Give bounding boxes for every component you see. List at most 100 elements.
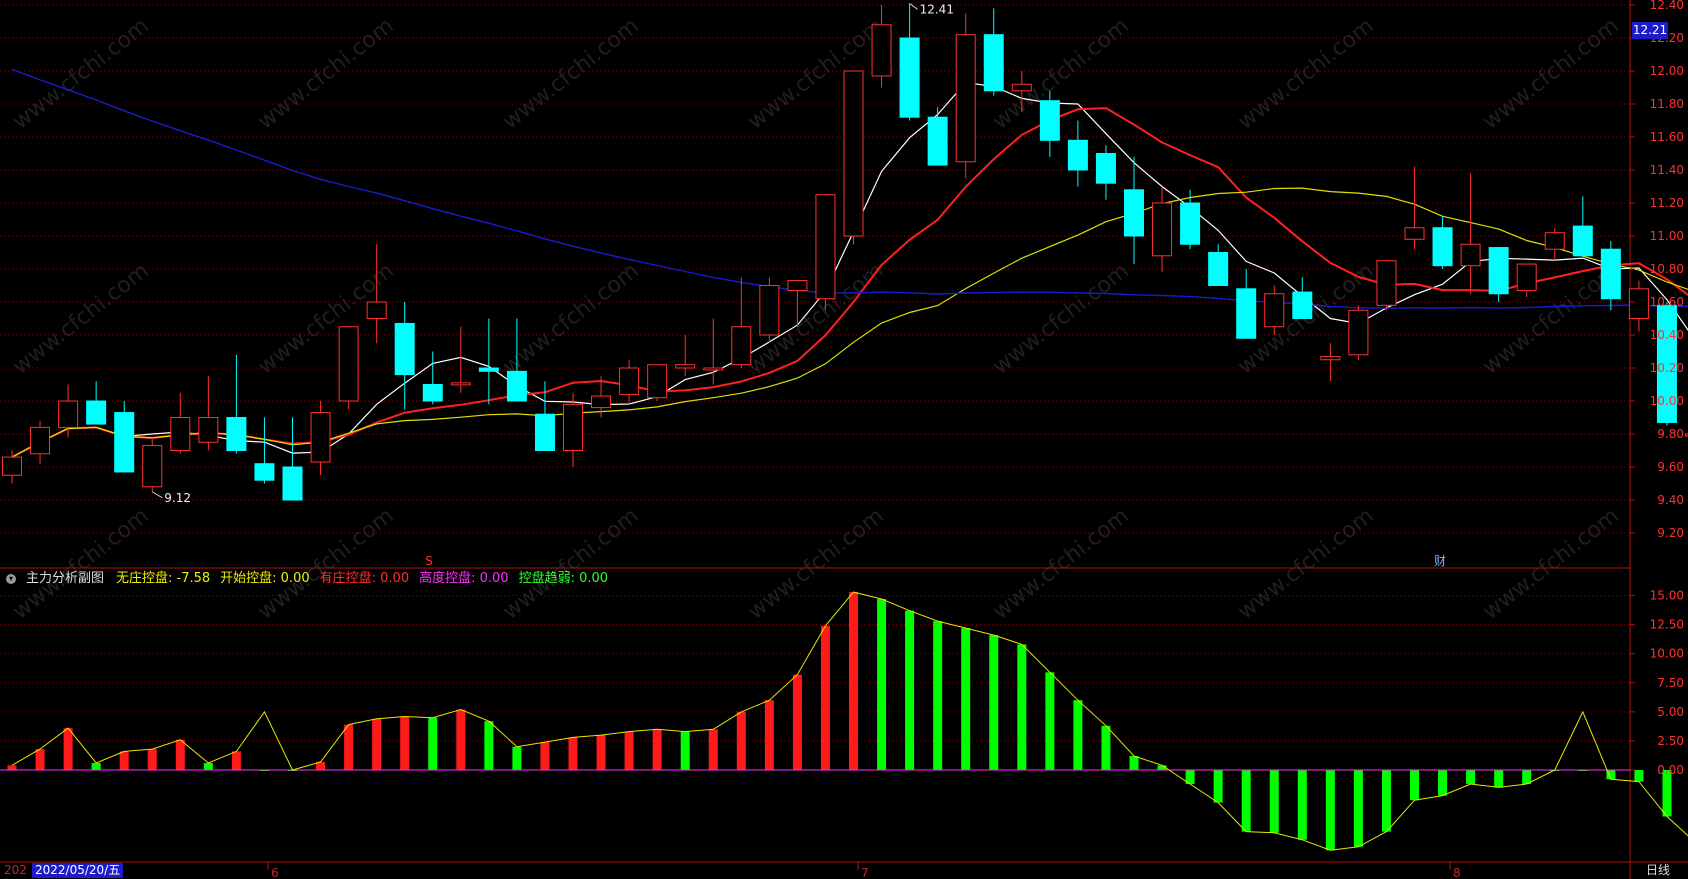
indicator-item-wuzhuang: 无庄控盘: -7.58 [116,571,211,586]
indicator-bar [680,731,690,770]
price-tick-label: 9.40 [1657,493,1684,507]
candle-body [1544,232,1565,250]
candle-body [198,417,219,443]
indicator-bar [1410,770,1419,801]
indicator-bar [344,724,354,770]
candle-body [1208,252,1229,286]
indicator-tick-label: 7.50 [1657,676,1684,690]
indicator-bar [989,635,999,770]
candle-body [1067,139,1088,171]
indicator-bar [736,711,746,770]
indicator-bar [372,718,382,770]
watermark-text: www.cfchi.com [1233,13,1378,134]
watermark-text: www.cfchi.com [988,503,1133,624]
indicator-bar [1381,770,1391,832]
candle-body [1264,293,1285,328]
indicator-bar [624,731,634,770]
candle-body [1011,83,1032,92]
indicator-tick-label: 12.50 [1650,618,1684,632]
candle-body [619,367,640,395]
watermark-layer: www.cfchi.com www.cfchi.com www.cfchi.com w… [8,13,1623,624]
indicator-axis: 15.00 12.50 10.00 7.50 5.00 2.50 0.00 [1630,589,1684,777]
indicator-bar [1297,770,1307,840]
watermark-text: www.cfchi.com [988,258,1133,379]
candle-body [1432,227,1453,267]
candle-body [226,417,247,451]
candle-body [114,412,135,473]
candle-body [591,395,612,409]
indicator-bar [147,749,157,770]
candle-body [1124,189,1144,237]
candlestick-series[interactable] [2,3,1688,501]
candle-body [2,456,22,476]
indicator-bar [764,700,774,770]
collapse-toggle-icon[interactable]: ▾ [6,573,16,584]
watermark-text: www.cfchi.com [1233,503,1378,624]
price-tick-label: 11.80 [1650,97,1684,111]
high-marker-line [909,2,918,10]
price-axis: 12.4012.2012.0011.8011.6011.4011.2011.00… [267,0,1684,879]
watermark-text: www.cfchi.com [1478,503,1623,624]
indicator-bar [1438,770,1448,796]
indicator-bar [63,728,73,770]
indicator-bar [820,625,830,770]
indicator-bar [119,751,129,770]
candle-body [1376,260,1397,306]
indicator-bar [1353,770,1363,847]
candle-body [1152,202,1173,257]
candle-body [759,285,780,336]
candle-body [58,400,79,428]
watermark-text: www.cfchi.com [8,503,153,624]
indicator-bars[interactable] [0,591,1688,858]
candle-body [170,417,191,451]
candle-body [1236,288,1257,339]
watermark-text: www.cfchi.com [253,503,398,624]
candle-body [1516,263,1537,291]
candle-body [1572,225,1593,257]
price-tick-label: 9.20 [1657,526,1684,540]
indicator-bar [1129,756,1139,770]
indicator-bar [877,599,887,770]
candle-body [254,463,275,481]
price-tick-label: 9.80 [1657,427,1684,441]
indicator-bar [1241,770,1251,832]
indicator-item-gaodu: 高度控盘: 0.00 [419,571,509,586]
price-tick-label: 11.40 [1650,163,1684,177]
price-tick-label: 12.40 [1650,0,1684,12]
indicator-bar [905,610,915,770]
price-tick-label: 10.60 [1650,295,1684,309]
candle-body [1348,309,1369,356]
indicator-item-kaishi: 开始控盘: 0.00 [220,571,310,586]
candle-body [282,466,303,501]
indicator-bar [7,765,17,770]
candle-body [1292,291,1313,320]
indicator-bar [400,716,410,770]
month-label: 7 [861,866,869,879]
indicator-bar [456,709,466,770]
candle-body [731,326,752,366]
chart-canvas[interactable]: www.cfchi.com www.cfchi.com www.cfchi.com w… [0,0,1688,879]
watermark-text: www.cfchi.com [8,13,153,134]
candle-body [310,412,331,463]
price-tick-label: 11.60 [1650,130,1684,144]
candle-body [1600,248,1621,300]
candle-body [843,70,864,237]
candle-body [563,403,583,451]
price-tick-label: 10.40 [1650,328,1684,342]
price-tick-label: 10.20 [1650,361,1684,375]
indicator-bar [1269,770,1279,833]
candle-body [1404,227,1425,240]
price-tick-label: 11.00 [1650,229,1684,243]
indicator-name[interactable]: 主力分析副图 [26,571,104,586]
indicator-bar [231,751,241,770]
candle-body [534,413,555,452]
price-tick-label: 12.00 [1650,64,1684,78]
period-label[interactable]: 日线 [1646,863,1670,878]
price-tick-label: 11.20 [1650,196,1684,210]
indicator-bar [849,592,858,770]
indicator-bar [175,739,185,770]
indicator-bar [1494,770,1504,788]
indicator-bar [540,742,550,770]
candle-body [366,301,387,319]
indicator-bar [1634,770,1644,782]
